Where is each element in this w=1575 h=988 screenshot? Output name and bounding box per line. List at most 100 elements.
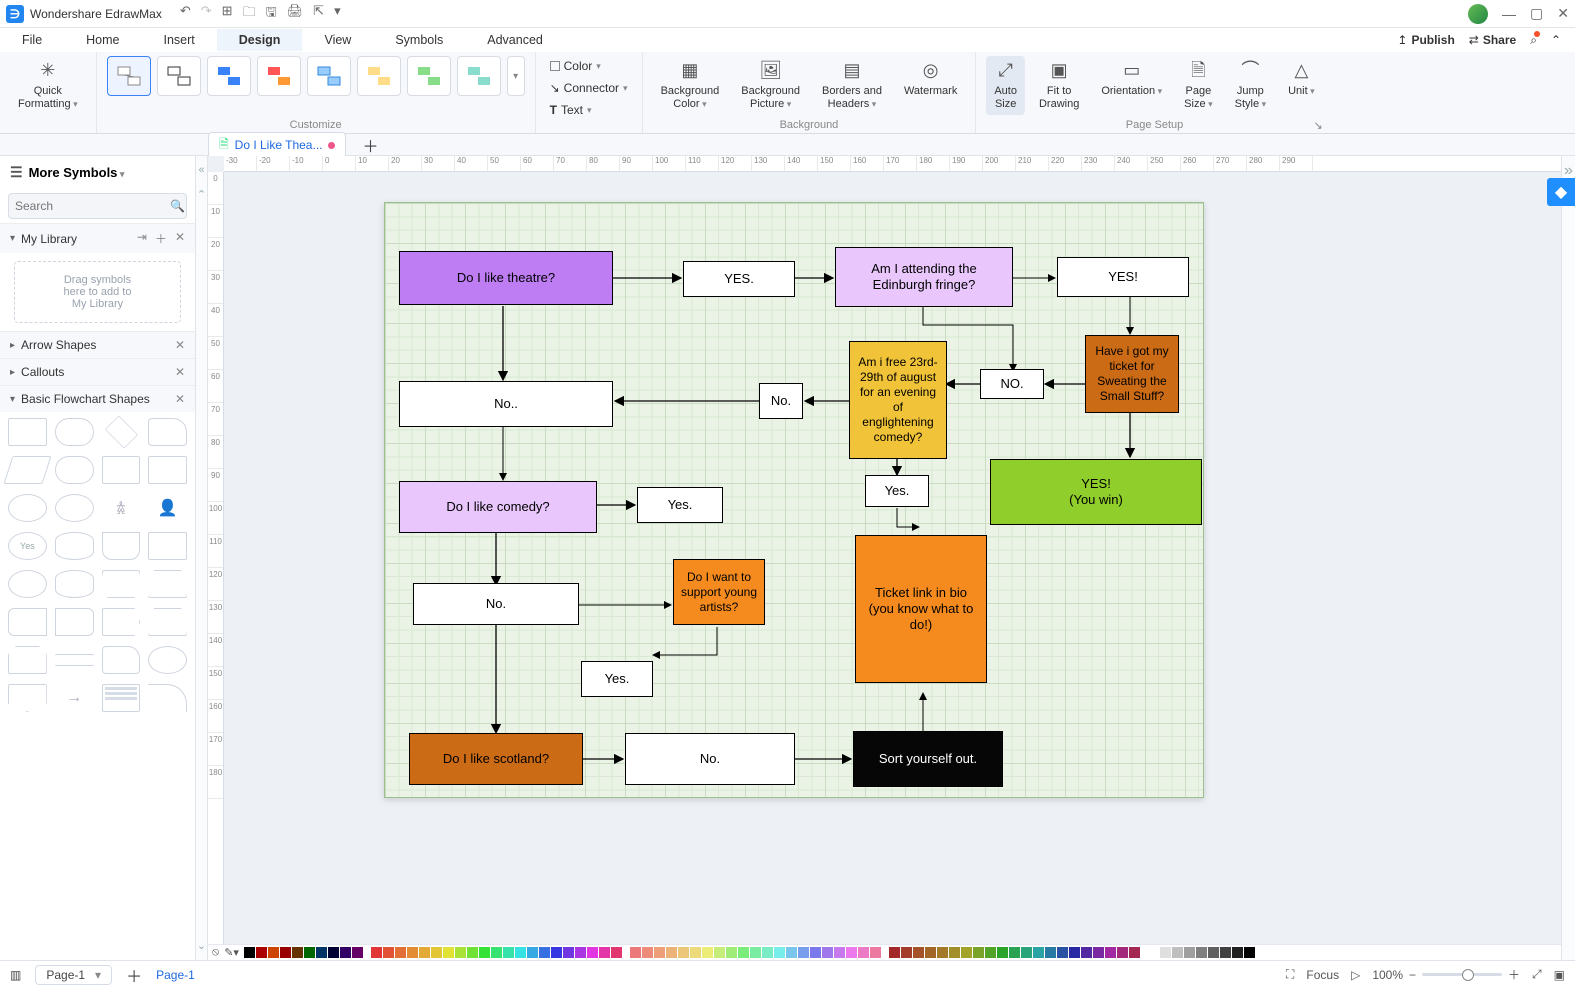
swatch[interactable] [750, 947, 761, 958]
swatch[interactable] [1172, 947, 1183, 958]
page-selector[interactable]: Page-1▾ [35, 965, 112, 985]
shape-note[interactable] [148, 418, 187, 446]
shape-list[interactable] [102, 684, 141, 712]
swatch[interactable] [527, 947, 538, 958]
print-icon[interactable]: 🖨 [287, 3, 304, 25]
shape-w2[interactable] [55, 608, 94, 636]
shape-diamond[interactable] [104, 415, 137, 448]
node-n15[interactable]: No. [413, 583, 579, 625]
swatch[interactable] [1117, 947, 1128, 958]
swatch[interactable] [702, 947, 713, 958]
theme-7[interactable] [407, 56, 451, 96]
swatch[interactable] [1232, 947, 1243, 958]
redo-icon[interactable]: ↷ [201, 3, 212, 25]
bg-color-button[interactable]: ▦Background Color [653, 56, 728, 115]
swatch[interactable] [304, 947, 315, 958]
canvas-scroll[interactable]: Do I like theatre? YES. Am I attending t… [224, 172, 1561, 960]
unit-button[interactable]: △Unit [1280, 56, 1323, 102]
shape-pill[interactable] [55, 456, 94, 484]
swatch[interactable] [738, 947, 749, 958]
close-section-icon[interactable]: ✕ [175, 230, 185, 247]
theme-2[interactable] [157, 56, 201, 96]
theme-1[interactable] [107, 56, 151, 96]
section-callouts[interactable]: ▸Callouts✕ [0, 358, 195, 385]
swatch[interactable] [1081, 947, 1092, 958]
theme-more[interactable]: ▾ [507, 56, 525, 96]
swatch[interactable] [431, 947, 442, 958]
qat-more-icon[interactable]: ▾ [334, 3, 341, 25]
swatch[interactable] [467, 947, 478, 958]
theme-8[interactable] [457, 56, 501, 96]
zoom-out-icon[interactable]: − [1409, 968, 1416, 982]
shape-circle[interactable] [55, 494, 94, 522]
swatch[interactable] [973, 947, 984, 958]
swatch[interactable] [786, 947, 797, 958]
swatch[interactable] [244, 947, 255, 958]
node-n19[interactable]: No. [625, 733, 795, 785]
swatch[interactable] [714, 947, 725, 958]
tab-home[interactable]: Home [64, 29, 141, 51]
theme-5[interactable] [307, 56, 351, 96]
node-n1[interactable]: Do I like theatre? [399, 251, 613, 305]
swatch[interactable] [1160, 947, 1171, 958]
shape-trap[interactable] [102, 570, 141, 598]
swatch[interactable] [642, 947, 653, 958]
fullscreen-icon[interactable]: ⛶ [1286, 967, 1294, 982]
share-button[interactable]: ⇄ Share [1469, 33, 1516, 47]
new-icon[interactable]: ⊞ [222, 3, 233, 25]
publish-button[interactable]: ↥ Publish [1397, 33, 1454, 47]
node-n6[interactable]: NO. [980, 369, 1044, 399]
color-dropdown[interactable]: Color [546, 56, 632, 76]
swatch[interactable] [539, 947, 550, 958]
shape-tag[interactable] [102, 608, 141, 636]
shape-o1[interactable] [8, 570, 47, 598]
shape-ellipse[interactable] [8, 494, 47, 522]
swatch[interactable] [949, 947, 960, 958]
collapse-ribbon-icon[interactable]: ⌃ [1551, 33, 1561, 47]
node-n7[interactable]: Am i free 23rd-29th of august for an eve… [849, 341, 947, 459]
tab-design[interactable]: Design [217, 29, 303, 51]
import-icon[interactable]: ⇥ [137, 230, 147, 247]
swatch[interactable] [937, 947, 948, 958]
node-n16[interactable]: Do I want to support young artists? [673, 559, 765, 625]
tab-symbols[interactable]: Symbols [373, 29, 465, 51]
fit-drawing-button[interactable]: ▣Fit to Drawing [1031, 56, 1087, 115]
shape-roundrect[interactable] [55, 418, 94, 446]
focus-button[interactable]: Focus [1306, 968, 1339, 982]
shape-parallelogram[interactable] [3, 456, 51, 484]
shape-cyl[interactable] [55, 570, 94, 598]
orientation-button[interactable]: ▭Orientation [1093, 56, 1170, 102]
swatch[interactable] [798, 947, 809, 958]
swatch[interactable] [1196, 947, 1207, 958]
document-tab-active[interactable]: 🗎 Do I Like Thea... [208, 132, 346, 158]
swatch[interactable] [491, 947, 502, 958]
node-n10[interactable]: Do I like comedy? [399, 481, 597, 533]
theme-4[interactable] [257, 56, 301, 96]
format-panel-toggle[interactable]: ◆ [1547, 178, 1575, 206]
shape-db[interactable] [55, 532, 94, 560]
add-page-button[interactable]: ＋ [126, 963, 142, 987]
nofill-icon[interactable]: ⦸ [212, 946, 219, 959]
swatch[interactable] [443, 947, 454, 958]
tab-file[interactable]: File [0, 29, 64, 51]
shape-arc[interactable] [148, 684, 187, 712]
close-section-icon[interactable]: ✕ [175, 338, 185, 352]
page-name-link[interactable]: Page-1 [156, 968, 195, 982]
swatch[interactable] [352, 947, 363, 958]
pagesetup-launcher-icon[interactable]: ↘ [1313, 119, 1322, 132]
shape-lines[interactable] [55, 654, 94, 666]
shape-d1[interactable] [102, 646, 141, 674]
tab-view[interactable]: View [302, 29, 373, 51]
user-avatar[interactable] [1468, 4, 1488, 24]
shape-shield[interactable] [8, 684, 47, 712]
scroll-up-icon[interactable]: ⌃ [197, 188, 206, 201]
swatch[interactable] [503, 947, 514, 958]
swatch[interactable] [575, 947, 586, 958]
swatch[interactable] [858, 947, 869, 958]
new-tab-button[interactable]: ＋ [356, 133, 384, 157]
swatch[interactable] [1093, 947, 1104, 958]
swatch[interactable] [371, 947, 382, 958]
shape-o2[interactable] [148, 646, 187, 674]
symbol-search[interactable]: 🔍 [8, 193, 187, 219]
swatch[interactable] [455, 947, 466, 958]
